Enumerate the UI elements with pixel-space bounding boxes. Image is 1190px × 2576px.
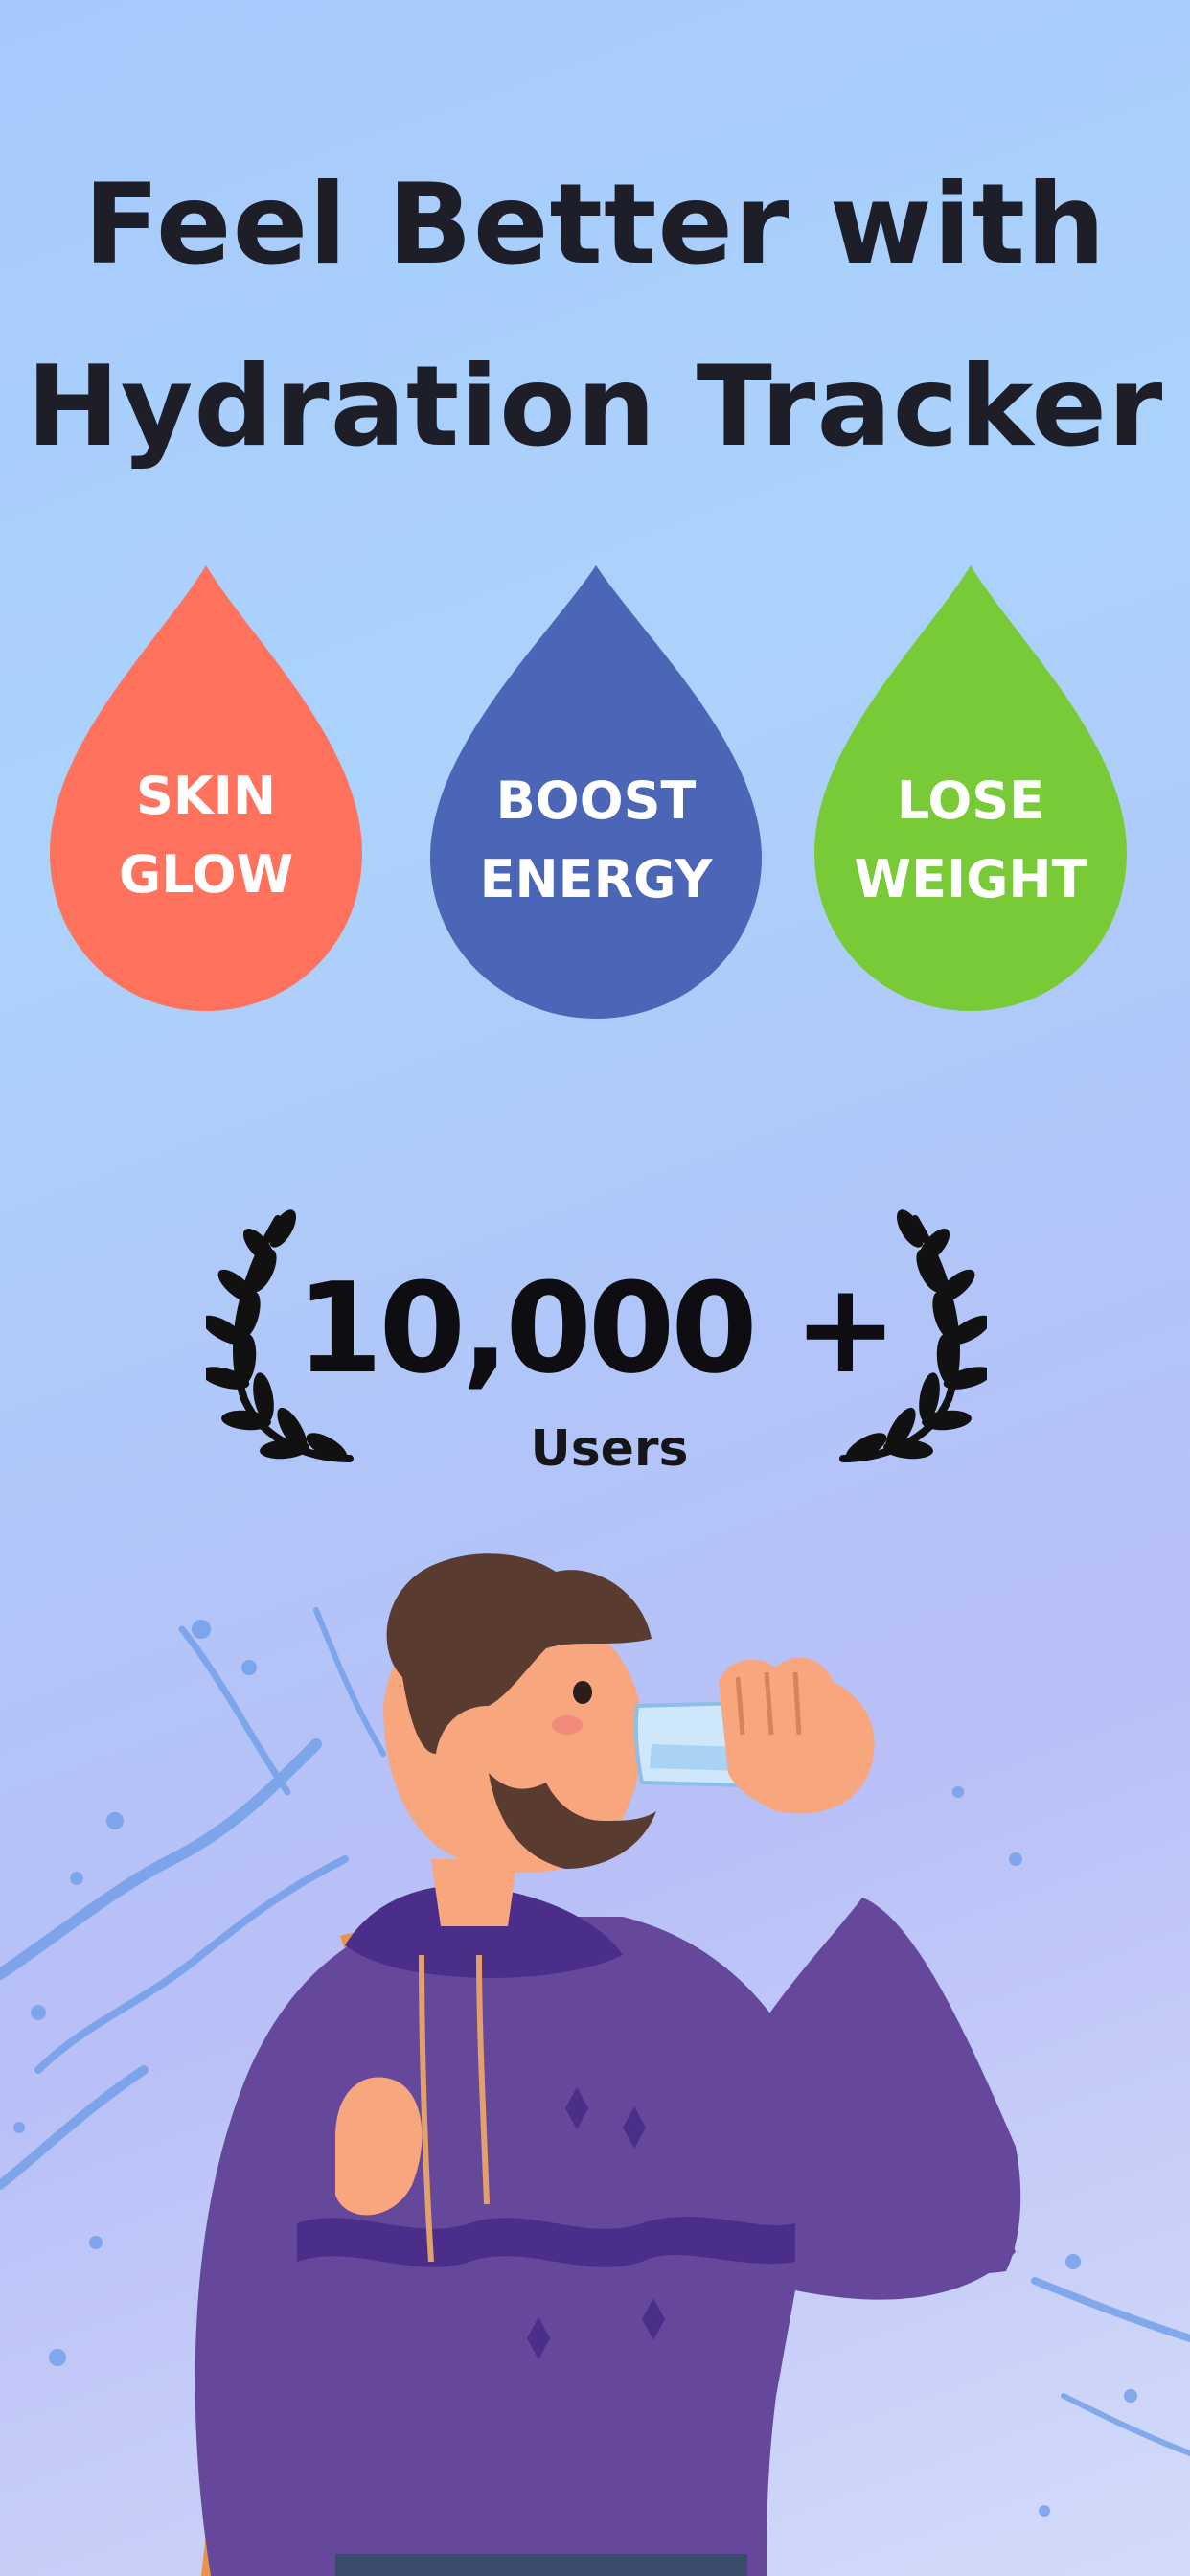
benefit-drops: SKIN GLOW BOOST ENERGY LOSE WEIGHT xyxy=(0,561,1190,1021)
laurel-wreath-right-icon xyxy=(839,1209,987,1462)
benefit-drop-lose-weight: LOSE WEIGHT xyxy=(812,561,1129,1016)
benefit-label: SKIN GLOW xyxy=(118,766,294,905)
benefit-label: BOOST ENERGY xyxy=(479,770,713,909)
man-drinking-water-illustration xyxy=(195,1553,1021,2576)
user-count: 10,000 + xyxy=(296,1255,898,1401)
benefit-drop-skin-glow: SKIN GLOW xyxy=(48,561,364,1016)
headline: Feel Better with Hydration Tracker xyxy=(0,134,1190,498)
user-count-label: Users xyxy=(530,1420,689,1478)
headline-line-2: Hydration Tracker xyxy=(26,342,1164,472)
user-count-badge: 10,000 + Users xyxy=(0,1208,1190,1495)
benefit-label: LOSE WEIGHT xyxy=(854,770,1087,909)
onboarding-screen: Feel Better with Hydration Tracker SKIN … xyxy=(0,0,1190,2576)
headline-line-1: Feel Better with xyxy=(83,160,1107,289)
benefit-drop-boost-energy: BOOST ENERGY xyxy=(428,561,762,1019)
